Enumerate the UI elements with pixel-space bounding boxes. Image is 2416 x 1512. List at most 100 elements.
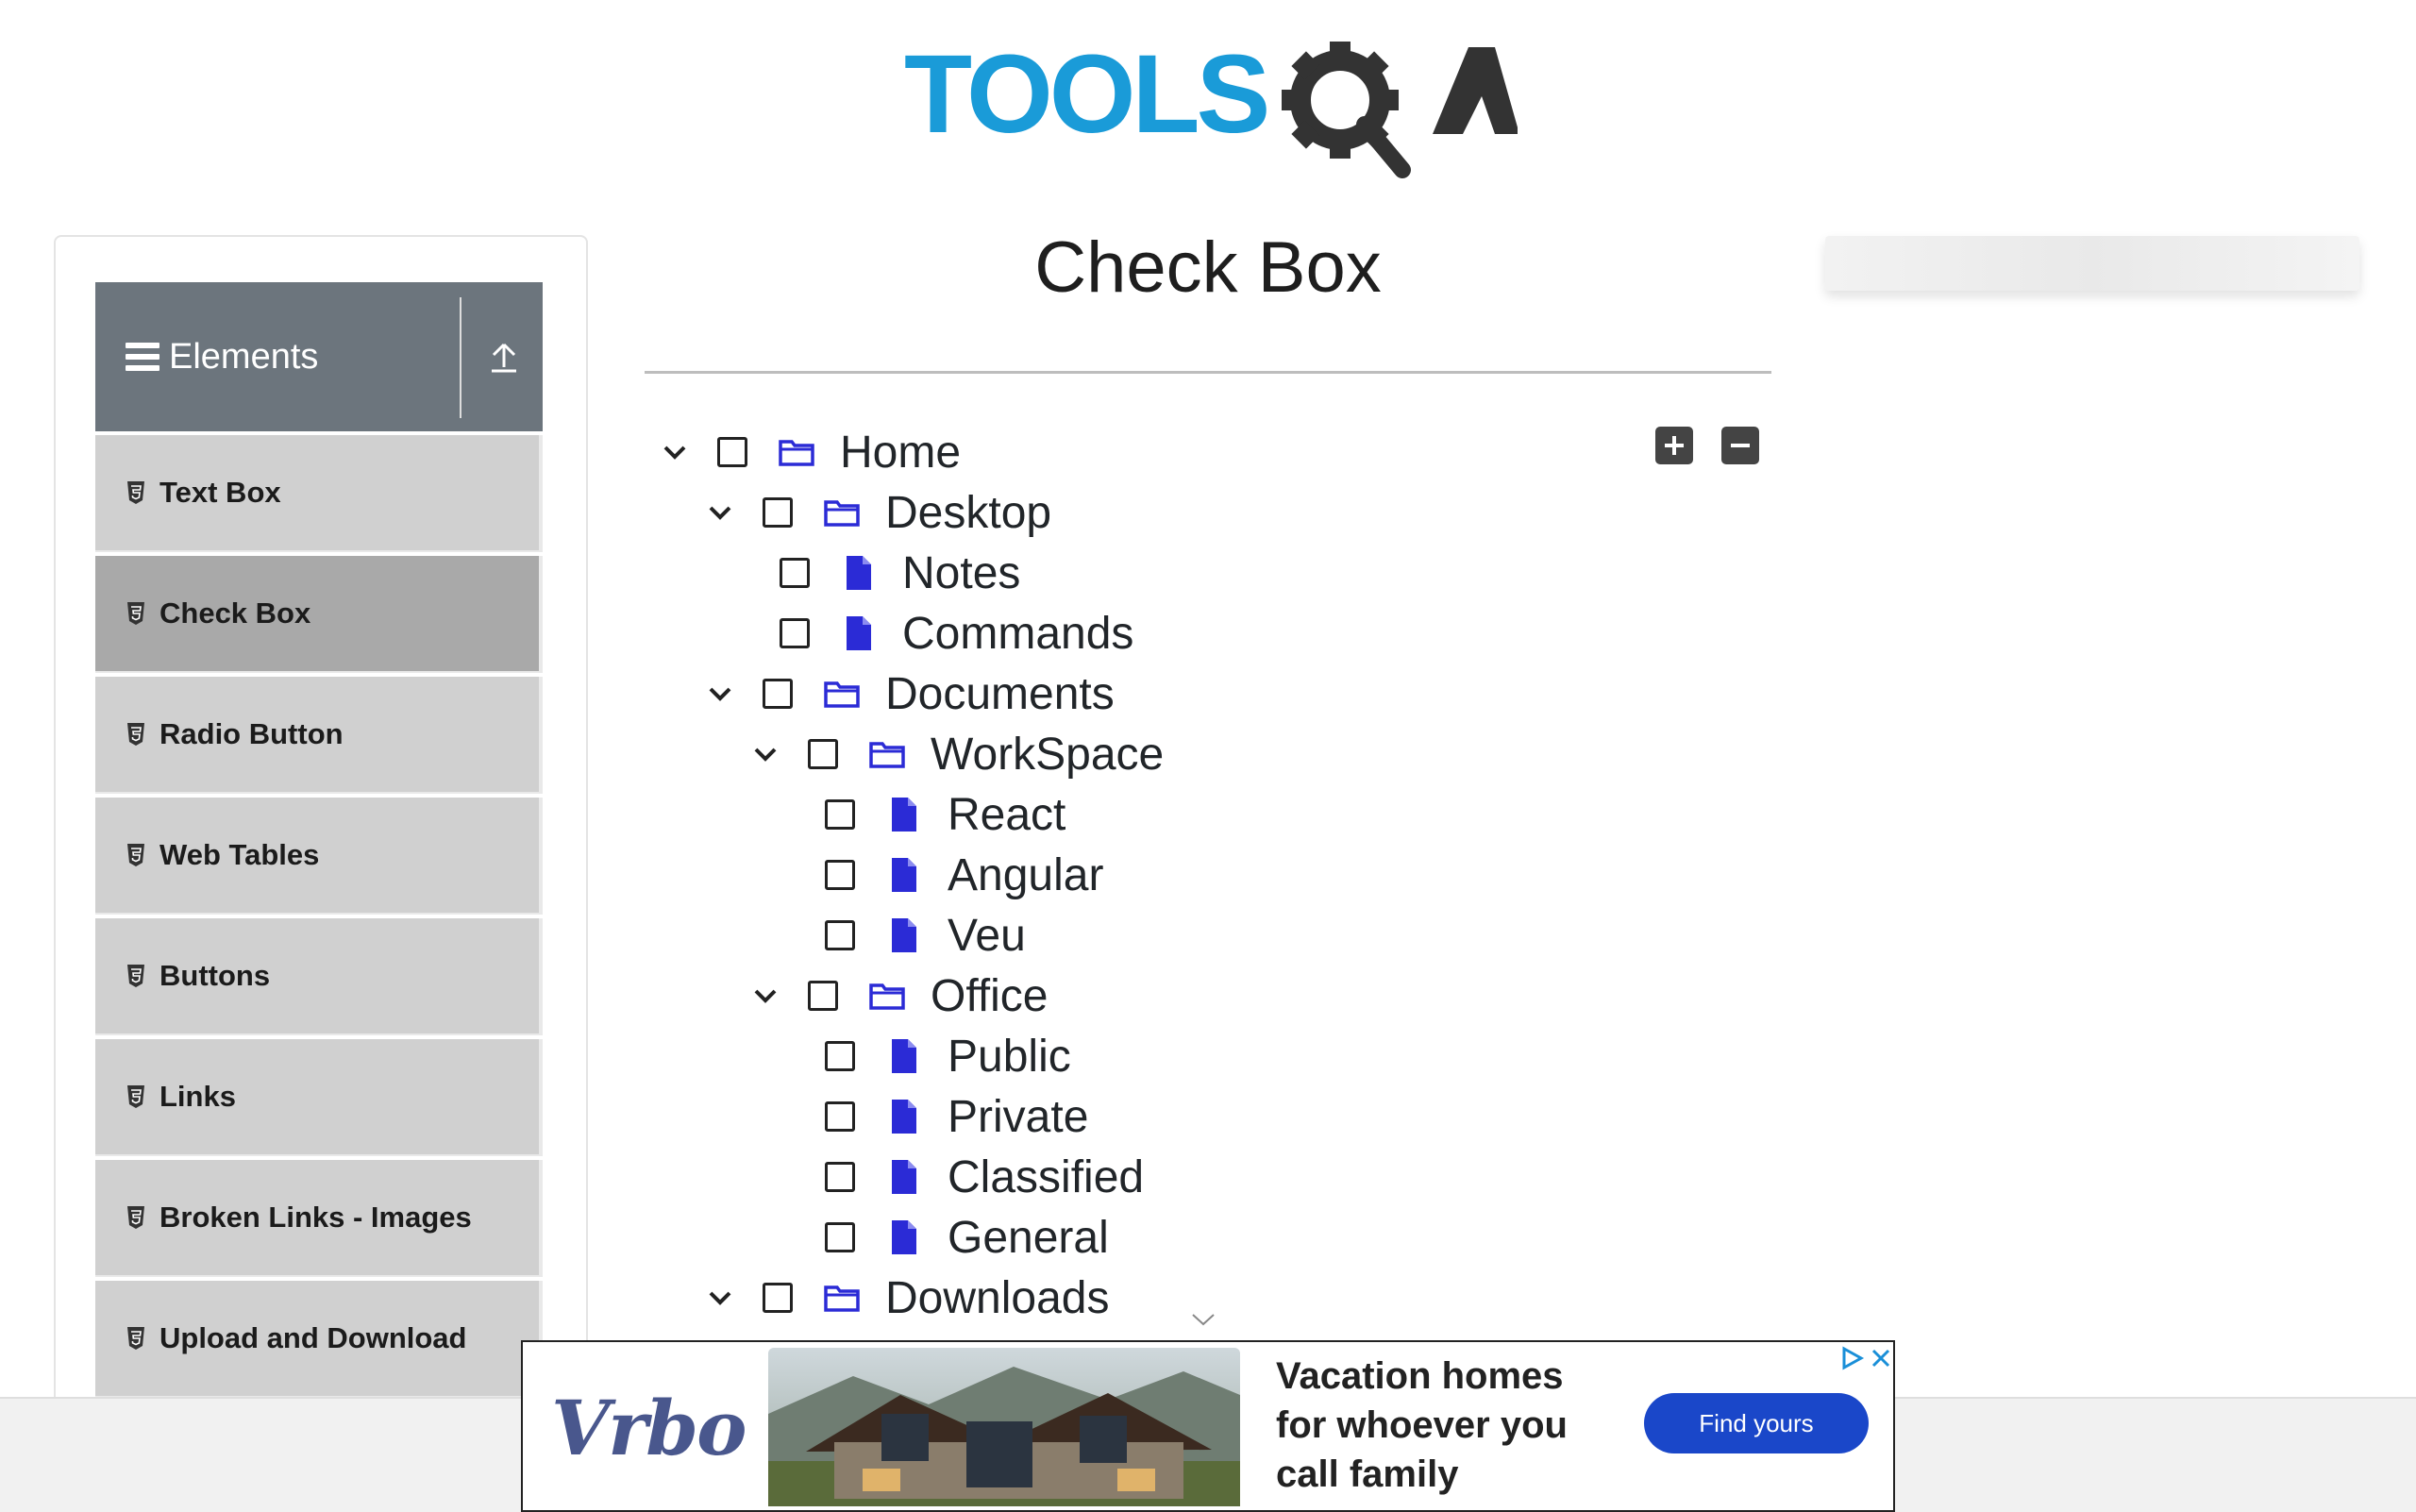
file-icon bbox=[892, 918, 916, 952]
folder-icon bbox=[869, 983, 905, 1010]
sidebar-item-broken-links-images[interactable]: Broken Links - Images bbox=[95, 1160, 543, 1277]
chevron-down-icon[interactable] bbox=[706, 498, 734, 527]
ad-headline-line: Vacation homes bbox=[1276, 1355, 1564, 1397]
chevron-down-icon[interactable] bbox=[661, 438, 689, 466]
tree-node-public[interactable]: Public bbox=[825, 1029, 1071, 1084]
tree-node-label: Home bbox=[840, 427, 962, 478]
chevron-down-icon[interactable] bbox=[751, 740, 780, 768]
side-ad-placeholder bbox=[1825, 236, 2359, 291]
folder-icon bbox=[824, 681, 860, 708]
folder-icon bbox=[779, 440, 814, 466]
file-icon bbox=[892, 1039, 916, 1073]
group-title: Elements bbox=[169, 336, 319, 377]
plus-icon bbox=[1665, 436, 1684, 455]
sidebar-item-upload-and-download[interactable]: Upload and Download bbox=[95, 1281, 543, 1398]
checkbox[interactable] bbox=[825, 920, 855, 950]
sidebar-item-check-box[interactable]: Check Box bbox=[95, 556, 543, 673]
sidebar-item-label: Broken Links - Images bbox=[159, 1201, 472, 1234]
checkbox[interactable] bbox=[808, 981, 838, 1011]
svg-text:TOOLS: TOOLS bbox=[904, 32, 1267, 157]
file-icon bbox=[892, 1100, 916, 1134]
tree-node-documents[interactable]: Documents bbox=[706, 666, 1115, 721]
tree-node-desktop[interactable]: Desktop bbox=[706, 485, 1051, 540]
tree-node-label: WorkSpace bbox=[931, 729, 1165, 780]
sidebar-item-label: Check Box bbox=[159, 596, 311, 630]
tree-node-react[interactable]: React bbox=[825, 787, 1065, 842]
sidebar-item-label: Links bbox=[159, 1080, 236, 1113]
ad-headline-line: call family bbox=[1276, 1453, 1459, 1495]
folder-icon bbox=[824, 500, 860, 527]
ad-headline: Vacation homes for whoever you call fami… bbox=[1276, 1352, 1597, 1499]
ad-cta-button[interactable]: Find yours bbox=[1644, 1393, 1869, 1453]
tree-node-home[interactable]: Home bbox=[661, 425, 961, 479]
checkbox[interactable] bbox=[825, 1041, 855, 1071]
html5-icon bbox=[127, 965, 144, 987]
html5-icon bbox=[127, 1206, 144, 1229]
checkbox[interactable] bbox=[763, 497, 793, 528]
banner-ad[interactable]: Vrbo Vacation homes for whoever you call… bbox=[521, 1340, 1895, 1512]
file-icon bbox=[892, 1160, 916, 1194]
checkbox[interactable] bbox=[717, 437, 747, 467]
tree-node-office[interactable]: Office bbox=[751, 968, 1049, 1023]
toolsqa-logo[interactable]: TOOLS bbox=[904, 28, 1519, 179]
sidebar-item-label: Upload and Download bbox=[159, 1321, 467, 1354]
sidebar-item-text-box[interactable]: Text Box bbox=[95, 435, 543, 552]
tree-node-classified[interactable]: Classified bbox=[825, 1150, 1144, 1204]
tree-node-veu[interactable]: Veu bbox=[825, 908, 1026, 963]
file-icon bbox=[847, 616, 871, 650]
sidebar-item-web-tables[interactable]: Web Tables bbox=[95, 798, 543, 915]
tree-node-label: Desktop bbox=[885, 487, 1052, 538]
checkbox[interactable] bbox=[825, 860, 855, 890]
tree-node-label: Documents bbox=[885, 668, 1115, 719]
collapse-arrow-icon[interactable] bbox=[488, 337, 520, 375]
ad-choices-icon[interactable] bbox=[1838, 1346, 1865, 1370]
checkbox[interactable] bbox=[825, 1222, 855, 1252]
checkbox[interactable] bbox=[763, 1283, 793, 1313]
logo-graphic: TOOLS bbox=[904, 32, 1519, 178]
file-icon bbox=[847, 556, 871, 590]
html5-icon bbox=[127, 723, 144, 746]
collapse-all-button[interactable] bbox=[1721, 427, 1759, 464]
checkbox[interactable] bbox=[825, 1162, 855, 1192]
tree-node-angular[interactable]: Angular bbox=[825, 848, 1103, 902]
folder-icon bbox=[869, 742, 905, 768]
chevron-down-icon[interactable] bbox=[751, 982, 780, 1010]
page-title: Check Box bbox=[1034, 227, 1382, 308]
tree-node-label: Angular bbox=[948, 849, 1104, 900]
tree-node-label: Commands bbox=[902, 608, 1134, 659]
folder-icon bbox=[824, 1285, 860, 1312]
file-icon bbox=[892, 798, 916, 832]
checkbox[interactable] bbox=[825, 1101, 855, 1132]
html5-icon bbox=[127, 602, 144, 625]
html5-icon bbox=[127, 1327, 144, 1350]
checkbox[interactable] bbox=[808, 739, 838, 769]
file-icon bbox=[892, 858, 916, 892]
chevron-down-icon[interactable] bbox=[706, 1284, 734, 1312]
checkbox[interactable] bbox=[763, 679, 793, 709]
tree-node-label: Office bbox=[931, 970, 1049, 1021]
chevron-down-icon[interactable] bbox=[706, 680, 734, 708]
expand-all-button[interactable] bbox=[1655, 427, 1693, 464]
checkbox[interactable] bbox=[780, 618, 810, 648]
tree-node-notes[interactable]: Notes bbox=[780, 546, 1020, 600]
hamburger-icon bbox=[126, 343, 159, 371]
checkbox[interactable] bbox=[780, 558, 810, 588]
tree-node-private[interactable]: Private bbox=[825, 1089, 1088, 1144]
sidebar-item-links[interactable]: Links bbox=[95, 1039, 543, 1156]
sidebar-item-radio-button[interactable]: Radio Button bbox=[95, 677, 543, 794]
close-icon[interactable] bbox=[1869, 1346, 1893, 1370]
ad-brand-logo: Vrbo bbox=[551, 1384, 747, 1472]
tree-node-workspace[interactable]: WorkSpace bbox=[751, 727, 1164, 781]
elements-group-header[interactable]: Elements bbox=[95, 282, 543, 431]
sidebar-item-buttons[interactable]: Buttons bbox=[95, 918, 543, 1035]
html5-icon bbox=[127, 481, 144, 504]
tree-node-general[interactable]: General bbox=[825, 1210, 1109, 1265]
tree-node-label: Public bbox=[948, 1031, 1071, 1082]
tree-node-label: Classified bbox=[948, 1151, 1145, 1202]
tree-node-commands[interactable]: Commands bbox=[780, 606, 1133, 661]
checkbox[interactable] bbox=[825, 799, 855, 830]
tree-node-label: Notes bbox=[902, 547, 1021, 598]
html5-icon bbox=[127, 844, 144, 866]
tree-node-label: Veu bbox=[948, 910, 1026, 961]
tree-node-downloads[interactable]: Downloads bbox=[706, 1270, 1109, 1325]
